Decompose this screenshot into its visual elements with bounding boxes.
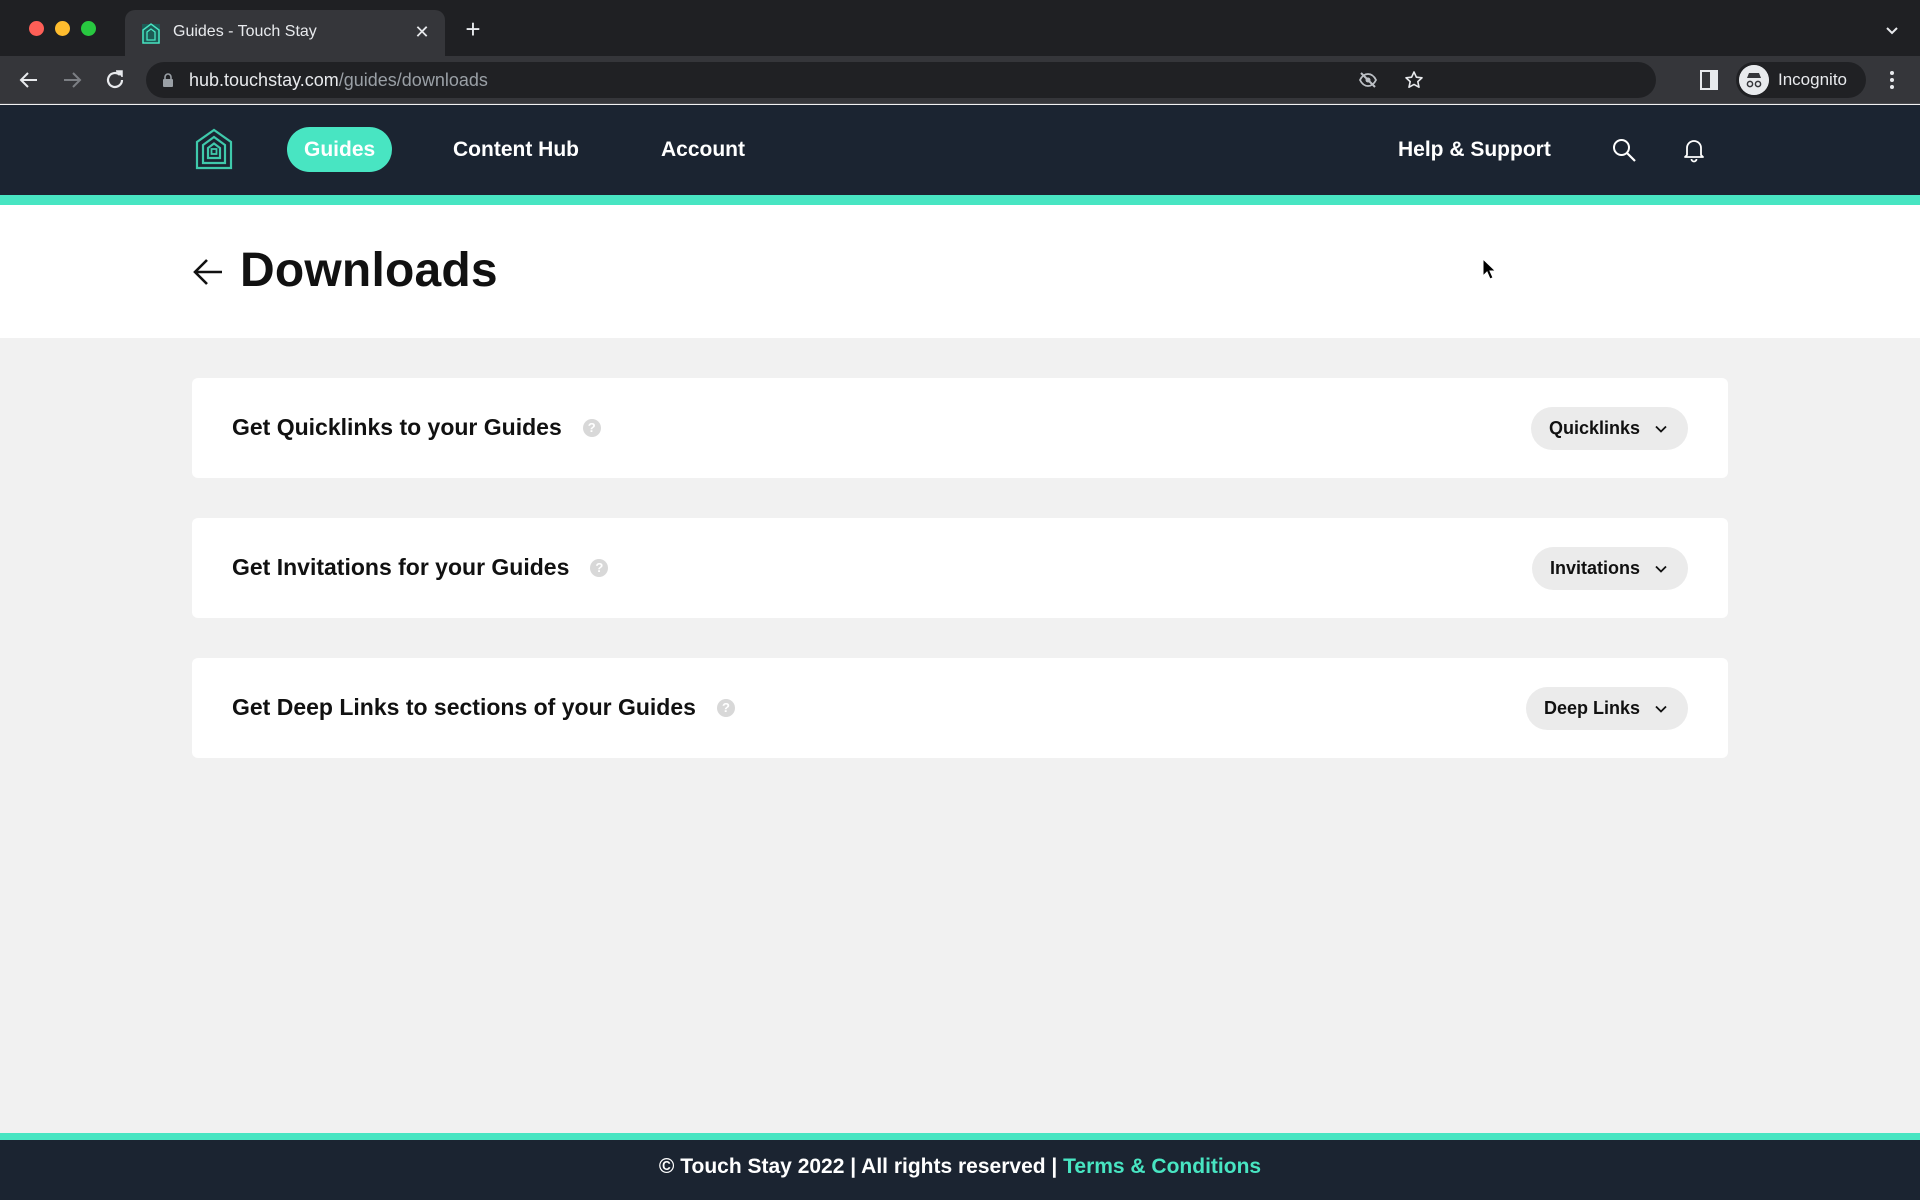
site-footer: © Touch Stay 2022 | All rights reserved … (0, 1133, 1920, 1200)
nav-content-hub[interactable]: Content Hub (453, 127, 579, 172)
site-navigation: Guides Content Hub Account Help & Suppor… (0, 105, 1920, 205)
page-title: Downloads (240, 244, 498, 297)
dropdown-label: Quicklinks (1548, 418, 1640, 438)
card-title-text: Get Deep Links to sections of your Guide… (232, 694, 696, 720)
browser-forward-icon[interactable] (60, 68, 84, 92)
back-arrow-icon[interactable] (192, 257, 224, 287)
help-icon[interactable]: ? (716, 698, 735, 717)
minimize-window-button[interactable] (55, 21, 70, 36)
card-title: Get Deep Links to sections of your Guide… (232, 694, 735, 721)
incognito-icon (1739, 65, 1769, 95)
browser-tab[interactable]: Guides - Touch Stay ✕ (125, 10, 445, 56)
help-icon[interactable]: ? (582, 418, 601, 437)
new-tab-button[interactable]: + (460, 16, 486, 43)
maximize-window-button[interactable] (81, 21, 96, 36)
dropdown-label: Deep Links (1543, 698, 1640, 718)
nav-guides[interactable]: Guides (287, 127, 393, 172)
side-panel-icon[interactable] (1700, 70, 1718, 90)
dropdown-label: Invitations (1549, 558, 1640, 578)
browser-toolbar: hub.touchstay.com/guides/downloads Incog… (0, 56, 1920, 104)
url-host: hub.touchstay.com (189, 70, 339, 90)
nav-help-support[interactable]: Help & Support (1398, 127, 1551, 172)
url-text: hub.touchstay.com/guides/downloads (189, 70, 488, 91)
nav-account[interactable]: Account (661, 127, 745, 172)
close-window-button[interactable] (29, 21, 44, 36)
tab-title: Guides - Touch Stay (173, 23, 317, 40)
profile-label: Incognito (1778, 70, 1847, 89)
card-title: Get Quicklinks to your Guides ? (232, 414, 601, 441)
bell-icon[interactable] (1681, 137, 1707, 163)
help-icon[interactable]: ? (590, 558, 609, 577)
deep-links-card: Get Deep Links to sections of your Guide… (192, 658, 1728, 758)
invitations-card: Get Invitations for your Guides ? Invita… (192, 518, 1728, 618)
deep-links-dropdown[interactable]: Deep Links (1525, 687, 1688, 730)
close-tab-icon[interactable]: ✕ (409, 19, 435, 45)
chevron-down-icon (1655, 425, 1667, 433)
invitations-dropdown[interactable]: Invitations (1531, 547, 1688, 590)
search-icon[interactable] (1611, 137, 1637, 163)
card-title-text: Get Invitations for your Guides (232, 554, 570, 580)
quicklinks-card: Get Quicklinks to your Guides ? Quicklin… (192, 378, 1728, 478)
card-title-text: Get Quicklinks to your Guides (232, 414, 562, 440)
eye-slash-icon[interactable] (1358, 70, 1378, 90)
reload-icon[interactable] (103, 68, 127, 92)
tab-list-chevron-icon[interactable] (1884, 22, 1900, 38)
footer-text: © Touch Stay 2022 | All rights reserved … (659, 1155, 1261, 1179)
card-title: Get Invitations for your Guides ? (232, 554, 609, 581)
touchstay-favicon-icon (142, 23, 160, 44)
chevron-down-icon (1655, 705, 1667, 713)
browser-back-icon[interactable] (17, 68, 41, 92)
address-bar[interactable]: hub.touchstay.com/guides/downloads (146, 62, 1656, 98)
bookmark-star-icon[interactable] (1404, 70, 1424, 90)
mouse-cursor-icon (1482, 258, 1496, 280)
browser-tab-bar: Guides - Touch Stay ✕ + (0, 0, 1920, 56)
browser-menu-icon[interactable] (1880, 68, 1904, 92)
touchstay-logo-icon[interactable] (195, 128, 233, 170)
copyright-text: © Touch Stay 2022 | All rights reserved … (658, 1155, 1064, 1178)
chevron-down-icon (1655, 565, 1667, 573)
url-path: /guides/downloads (338, 70, 488, 90)
lock-icon (163, 73, 173, 87)
page-header: Downloads (0, 205, 1920, 338)
terms-link[interactable]: Terms & Conditions (1063, 1155, 1261, 1178)
incognito-profile-button[interactable]: Incognito (1736, 62, 1866, 98)
quicklinks-dropdown[interactable]: Quicklinks (1530, 407, 1688, 450)
